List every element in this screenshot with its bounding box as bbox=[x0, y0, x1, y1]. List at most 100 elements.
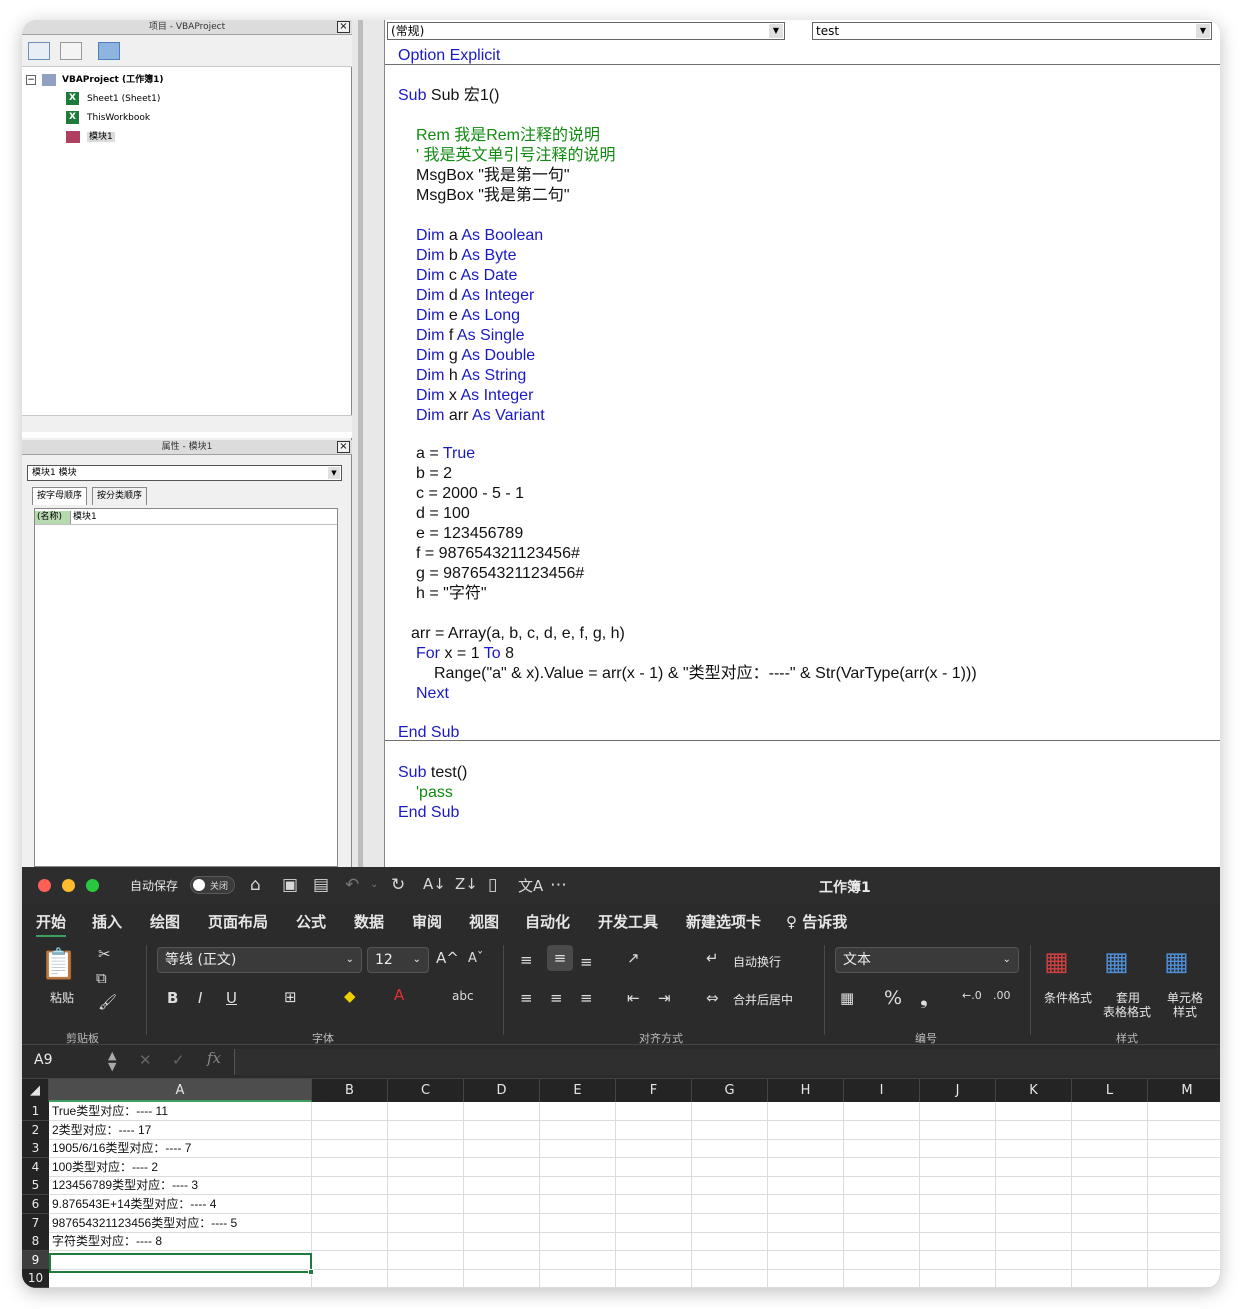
align-bottom-icon[interactable]: ≡ bbox=[580, 953, 593, 971]
chevron-down-icon[interactable]: ⌄ bbox=[413, 948, 421, 972]
minimize-window-icon[interactable] bbox=[62, 879, 75, 892]
chevron-down-icon[interactable]: ▼ bbox=[1196, 24, 1210, 38]
font-name-select[interactable]: 等线 (正文) ⌄ bbox=[157, 947, 362, 973]
increase-font-icon[interactable]: A^ bbox=[436, 949, 459, 967]
collapse-icon[interactable]: − bbox=[26, 74, 36, 85]
paste-icon[interactable]: 📋 bbox=[40, 947, 77, 982]
format-as-table-icon[interactable]: ▦ bbox=[1104, 947, 1129, 977]
tab-home[interactable]: 开始 bbox=[36, 911, 67, 938]
phonetic-icon[interactable]: abc bbox=[452, 989, 474, 1003]
name-box[interactable]: A9 bbox=[34, 1052, 52, 1068]
tab-developer[interactable]: 开发工具 bbox=[598, 911, 658, 932]
underline-button[interactable]: U bbox=[226, 989, 237, 1007]
splitter-bar[interactable] bbox=[358, 20, 363, 867]
fill-handle[interactable] bbox=[308, 1269, 314, 1275]
column-header-h[interactable]: H bbox=[768, 1079, 844, 1102]
column-header-k[interactable]: K bbox=[996, 1079, 1072, 1102]
format-painter-icon[interactable]: 🖌 bbox=[98, 993, 117, 1011]
row-header-10[interactable]: 10 bbox=[22, 1269, 49, 1288]
merge-center-button[interactable]: 合并后居中 bbox=[733, 991, 793, 1008]
cell-a4[interactable]: 100类型对应：---- 2 bbox=[49, 1158, 158, 1177]
number-format-select[interactable]: 文本 ⌄ bbox=[835, 947, 1019, 973]
property-value[interactable]: 模块1 bbox=[73, 511, 97, 524]
decrease-font-icon[interactable]: Aˇ bbox=[468, 951, 483, 966]
tab-data[interactable]: 数据 bbox=[354, 911, 384, 932]
conditional-format-icon[interactable]: ▦ bbox=[1044, 947, 1069, 977]
active-cell-a9[interactable] bbox=[49, 1253, 312, 1273]
tab-alphabetic[interactable]: 按字母顺序 bbox=[32, 487, 88, 505]
tree-root[interactable]: − VBAProject (工作簿1) bbox=[26, 72, 163, 88]
paste-button[interactable]: 粘贴 bbox=[50, 989, 74, 1006]
wrap-text-button[interactable]: 自动换行 bbox=[733, 953, 781, 970]
undo-icon[interactable]: ↶ bbox=[345, 875, 359, 895]
enter-icon[interactable]: ✓ bbox=[172, 1051, 185, 1069]
format-as-table-button-line2[interactable]: 表格格式 bbox=[1103, 1003, 1151, 1020]
font-color-icon[interactable]: A bbox=[394, 986, 404, 1004]
accounting-format-icon[interactable]: ▦ bbox=[840, 989, 854, 1007]
object-combo[interactable]: (常规) ▼ bbox=[387, 22, 785, 40]
fill-color-icon[interactable]: ◆ bbox=[344, 987, 356, 1005]
align-middle-icon[interactable]: ≡ bbox=[547, 945, 573, 971]
cell-a8[interactable]: 字符类型对应：---- 8 bbox=[49, 1232, 162, 1251]
sort-ascending-icon[interactable]: A↓ bbox=[423, 875, 446, 893]
namebox-stepper-icon[interactable]: ▲ ▼ bbox=[108, 1050, 116, 1072]
select-all-corner[interactable]: ◢ bbox=[22, 1079, 49, 1102]
project-scrollbar[interactable] bbox=[22, 415, 352, 432]
tab-page-layout[interactable]: 页面布局 bbox=[208, 911, 268, 932]
tab-automate[interactable]: 自动化 bbox=[525, 911, 570, 932]
cell-a2[interactable]: 2类型对应：---- 17 bbox=[49, 1121, 151, 1140]
column-header-c[interactable]: C bbox=[388, 1079, 464, 1102]
column-header-g[interactable]: G bbox=[692, 1079, 768, 1102]
row-header-4[interactable]: 4 bbox=[22, 1157, 49, 1177]
wrap-text-icon[interactable]: ↵ bbox=[706, 949, 719, 967]
tab-insert[interactable]: 插入 bbox=[92, 911, 122, 932]
align-right-icon[interactable]: ≡ bbox=[580, 989, 593, 1007]
save-icon[interactable]: ▣ bbox=[282, 875, 298, 895]
close-icon[interactable]: × bbox=[337, 441, 350, 453]
font-size-select[interactable]: 12 ⌄ bbox=[367, 947, 429, 973]
column-header-l[interactable]: L bbox=[1072, 1079, 1148, 1102]
view-code-icon[interactable] bbox=[28, 42, 50, 60]
increase-indent-icon[interactable]: ⇥ bbox=[658, 989, 671, 1007]
column-header-a[interactable]: A bbox=[49, 1079, 312, 1102]
row-header-5[interactable]: 5 bbox=[22, 1176, 49, 1196]
close-window-icon[interactable] bbox=[38, 879, 51, 892]
tree-item-thisworkbook[interactable]: X ThisWorkbook bbox=[66, 110, 150, 126]
cancel-icon[interactable]: ✕ bbox=[139, 1051, 152, 1069]
chevron-down-icon[interactable]: ⌄ bbox=[370, 879, 378, 890]
row-header-2[interactable]: 2 bbox=[22, 1120, 49, 1140]
tab-new-tab[interactable]: 新建选项卡 bbox=[686, 911, 761, 932]
row-header-3[interactable]: 3 bbox=[22, 1139, 49, 1159]
tab-tell-me[interactable]: ♀ 告诉我 bbox=[786, 911, 847, 932]
formula-input[interactable] bbox=[234, 1049, 1220, 1075]
sort-descending-icon[interactable]: Z↓ bbox=[455, 875, 478, 893]
column-header-j[interactable]: J bbox=[920, 1079, 996, 1102]
chevron-down-icon[interactable]: ⌄ bbox=[346, 948, 354, 972]
increase-decimal-icon[interactable]: ←.0 bbox=[962, 989, 982, 1002]
percent-icon[interactable]: % bbox=[884, 987, 902, 1009]
toggle-folders-icon[interactable] bbox=[98, 42, 120, 60]
new-document-icon[interactable]: ▯ bbox=[488, 875, 497, 895]
row-header-1[interactable]: 1 bbox=[22, 1102, 49, 1121]
orientation-icon[interactable]: ↗ bbox=[627, 949, 640, 967]
home-icon[interactable]: ⌂ bbox=[250, 875, 261, 895]
tree-item-module1[interactable]: 模块1 bbox=[66, 129, 115, 145]
cell-styles-button-line2[interactable]: 样式 bbox=[1173, 1003, 1197, 1020]
comma-style-icon[interactable]: ❟ bbox=[920, 985, 928, 1009]
merge-icon[interactable]: ⇔ bbox=[706, 989, 719, 1007]
translate-icon[interactable]: 文A bbox=[518, 875, 543, 896]
row-header-9[interactable]: 9 bbox=[22, 1250, 49, 1270]
copy-icon[interactable]: ⧉ bbox=[96, 969, 107, 987]
column-header-i[interactable]: I bbox=[844, 1079, 920, 1102]
property-row-name[interactable]: (名称) 模块1 bbox=[35, 511, 337, 525]
tab-formulas[interactable]: 公式 bbox=[296, 911, 326, 932]
more-icon[interactable]: ⋯ bbox=[550, 875, 567, 895]
tab-review[interactable]: 审阅 bbox=[412, 911, 442, 932]
cell-a6[interactable]: 9.876543E+14类型对应：---- 4 bbox=[49, 1195, 216, 1214]
tree-item-sheet1[interactable]: X Sheet1 (Sheet1) bbox=[66, 91, 160, 107]
row-header-7[interactable]: 7 bbox=[22, 1213, 49, 1233]
chevron-down-icon[interactable]: ▼ bbox=[328, 467, 340, 479]
column-header-m[interactable]: M bbox=[1148, 1079, 1220, 1102]
column-header-b[interactable]: B bbox=[312, 1079, 388, 1102]
maximize-window-icon[interactable] bbox=[86, 879, 99, 892]
